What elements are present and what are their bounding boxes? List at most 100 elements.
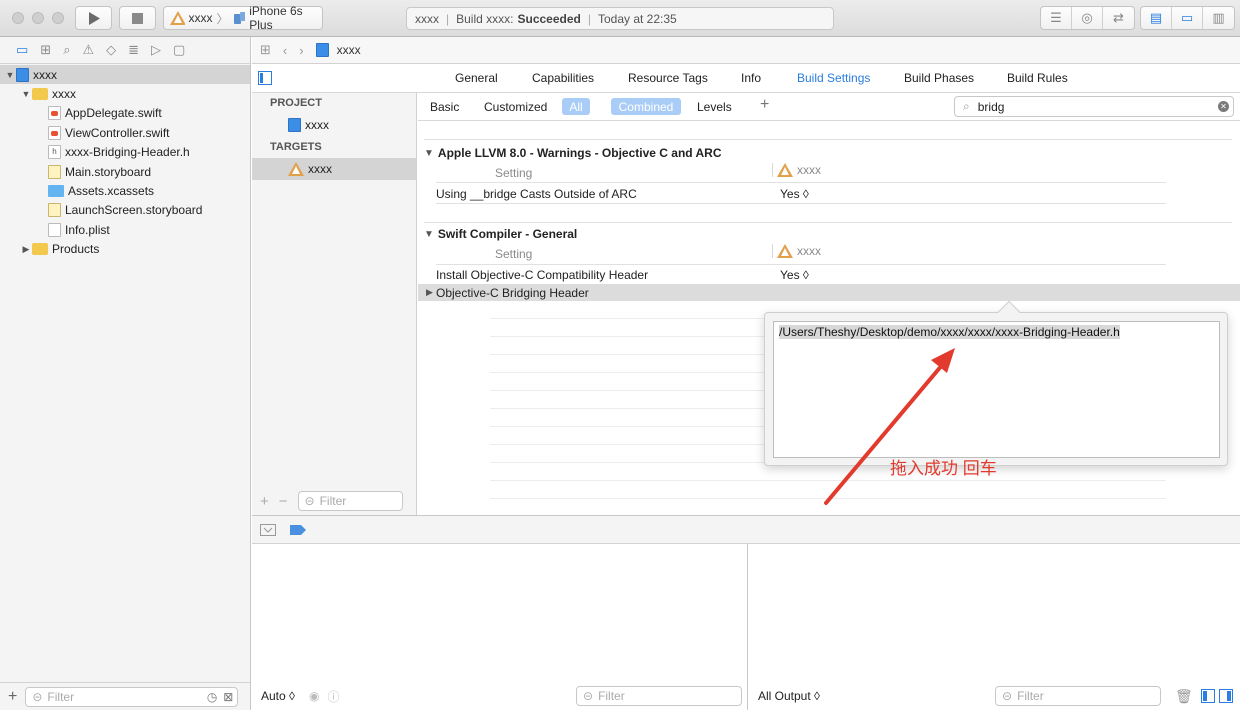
navigator-filter-placeholder: Filter <box>47 689 75 704</box>
console-output-selector[interactable]: All Output ◊ <box>758 689 820 703</box>
variables-scope-selector[interactable]: Auto ◊ <box>261 689 295 703</box>
section-divider <box>424 139 1232 140</box>
tab-resource-tags[interactable]: Resource Tags <box>628 71 708 85</box>
filter-levels[interactable]: Levels <box>697 100 732 114</box>
scm-filter-icon[interactable]: ⊠ <box>223 690 233 704</box>
stop-button[interactable] <box>119 6 156 30</box>
hide-targets-icon[interactable] <box>258 71 272 85</box>
recent-files-icon[interactable]: ◷ <box>207 690 217 704</box>
bridging-header-path-field[interactable]: /Users/Theshy/Desktop/demo/xxxx/xxxx/xxx… <box>773 321 1220 458</box>
add-file-icon[interactable]: + <box>8 688 17 706</box>
back-icon[interactable]: ‹ <box>283 43 287 58</box>
clear-search-icon[interactable]: ✕ <box>1218 101 1229 112</box>
related-items-icon[interactable]: ⊞ <box>260 42 271 58</box>
symbol-navigator-icon[interactable]: ⊞ <box>40 42 51 58</box>
navigator-item[interactable]: ViewController.swift <box>0 123 250 142</box>
variables-view: Auto ◊ ◉ ⓘ ⊝ Filter <box>252 544 748 710</box>
settings-search-field[interactable]: ⌕ bridg ✕ <box>954 96 1234 117</box>
hide-debug-area-icon[interactable] <box>260 523 276 536</box>
info-icon[interactable]: ⓘ <box>327 688 339 705</box>
targets-filter-field[interactable]: ⊝ Filter <box>297 491 403 511</box>
disclosure-right-icon[interactable]: ▶ <box>20 244 32 255</box>
tab-build-rules[interactable]: Build Rules <box>1007 71 1068 85</box>
test-navigator-icon[interactable]: ◇ <box>106 42 116 58</box>
console-filter-field[interactable]: ⊝ Filter <box>995 686 1161 706</box>
navigator-filter-field[interactable]: ⊝ Filter ◷ ⊠ <box>25 686 239 707</box>
add-target-icon[interactable]: + <box>260 493 269 510</box>
assistant-editor-icon[interactable]: ◎ <box>1072 7 1103 29</box>
issue-navigator-icon[interactable]: ⚠ <box>82 42 94 58</box>
show-console-icon[interactable] <box>1219 689 1233 703</box>
tab-build-settings[interactable]: Build Settings <box>797 71 870 85</box>
setting-bridge-casts-value[interactable]: Yes ◊ <box>780 187 809 201</box>
navigator-item[interactable]: Info.plist <box>0 220 250 239</box>
tab-info[interactable]: Info <box>741 71 761 85</box>
disclosure-right-icon[interactable]: ▶ <box>426 287 433 298</box>
filter-customized[interactable]: Customized <box>484 100 547 114</box>
tab-general[interactable]: General <box>455 71 498 85</box>
target-list-item[interactable]: xxxx <box>252 158 416 180</box>
navigator-toggle-icon[interactable]: ▤ <box>1141 7 1172 29</box>
debug-area-toggle-icon[interactable]: ▭ <box>1172 7 1203 29</box>
find-navigator-icon[interactable]: ⌕ <box>63 42 70 58</box>
window-toolbar: xxxx 〉 iPhone 6s Plus xxxx | Build xxxx:… <box>0 0 1240 37</box>
project-list-item[interactable]: xxxx <box>252 114 416 136</box>
report-navigator-icon[interactable]: ▢ <box>173 42 185 58</box>
minimize-window-button[interactable] <box>32 12 44 24</box>
section-llvm-header[interactable]: ▼ Apple LLVM 8.0 - Warnings - Objective … <box>424 146 722 160</box>
setting-compat-header-value[interactable]: Yes ◊ <box>780 268 809 282</box>
breakpoints-toggle-icon[interactable] <box>290 524 306 536</box>
scheme-separator: 〉 <box>216 11 229 26</box>
navigator-item-label: ViewController.swift <box>65 125 170 140</box>
row-divider <box>436 264 1166 265</box>
breadcrumb[interactable]: xxxx <box>315 43 361 57</box>
breakpoint-navigator-icon[interactable]: ▷ <box>151 42 161 58</box>
variables-filter-field[interactable]: ⊝ Filter <box>576 686 742 706</box>
debug-bar <box>252 515 1240 544</box>
filter-all[interactable]: All <box>562 98 590 115</box>
filter-combined[interactable]: Combined <box>611 98 681 115</box>
row-divider <box>436 203 1166 204</box>
debug-navigator-icon[interactable]: ≣ <box>128 42 139 58</box>
disclosure-down-icon[interactable]: ▼ <box>4 70 16 80</box>
header-file-icon: h <box>48 145 61 160</box>
project-icon <box>288 118 301 132</box>
row-divider <box>436 182 1166 183</box>
navigator-item-label: xxxx-Bridging-Header.h <box>65 145 190 160</box>
section-swift-header[interactable]: ▼ Swift Compiler - General <box>424 227 577 241</box>
remove-target-icon[interactable]: − <box>279 493 288 510</box>
navigator-item-label: xxxx <box>33 67 57 82</box>
navigator-item[interactable]: Main.storyboard <box>0 162 250 181</box>
navigator-item-label: Info.plist <box>65 222 110 237</box>
navigator-item[interactable]: AppDelegate.swift <box>0 104 250 123</box>
close-window-button[interactable] <box>12 12 24 24</box>
standard-editor-icon[interactable]: ☰ <box>1041 7 1072 29</box>
assets-folder-icon <box>48 184 64 197</box>
navigator-item[interactable]: h xxxx-Bridging-Header.h <box>0 143 250 162</box>
utilities-toggle-icon[interactable]: ▥ <box>1203 7 1234 29</box>
setting-column-header: Setting <box>495 166 533 180</box>
show-variables-icon[interactable] <box>1201 689 1215 703</box>
navigator-item[interactable]: Assets.xcassets <box>0 181 250 200</box>
tab-capabilities[interactable]: Capabilities <box>532 71 594 85</box>
zoom-window-button[interactable] <box>52 12 64 24</box>
trash-icon[interactable]: 🗑 <box>1175 688 1193 705</box>
forward-icon[interactable]: › <box>299 43 303 58</box>
scheme-selector[interactable]: xxxx 〉 iPhone 6s Plus <box>163 4 323 32</box>
disclosure-down-icon[interactable]: ▼ <box>20 89 32 99</box>
editor-mode-control: ☰ ◎ ⇄ <box>1040 6 1135 30</box>
activity-viewer: xxxx | Build xxxx: Succeeded | Today at … <box>406 7 834 30</box>
version-editor-icon[interactable]: ⇄ <box>1103 7 1134 29</box>
tab-build-phases[interactable]: Build Phases <box>904 71 974 85</box>
console-filter-placeholder: Filter <box>1017 689 1044 703</box>
navigator-item[interactable]: ▼ xxxx <box>0 84 250 103</box>
scheme-name: xxxx <box>188 11 213 25</box>
project-navigator-icon[interactable]: ▭ <box>16 42 28 58</box>
quick-look-icon[interactable]: ◉ <box>309 689 319 703</box>
navigator-item[interactable]: ▼ xxxx <box>0 65 250 84</box>
navigator-item[interactable]: LaunchScreen.storyboard <box>0 201 250 220</box>
run-button[interactable] <box>75 6 112 30</box>
navigator-item[interactable]: ▶ Products <box>0 240 250 259</box>
add-setting-icon[interactable]: + <box>760 96 769 114</box>
filter-basic[interactable]: Basic <box>430 100 459 114</box>
